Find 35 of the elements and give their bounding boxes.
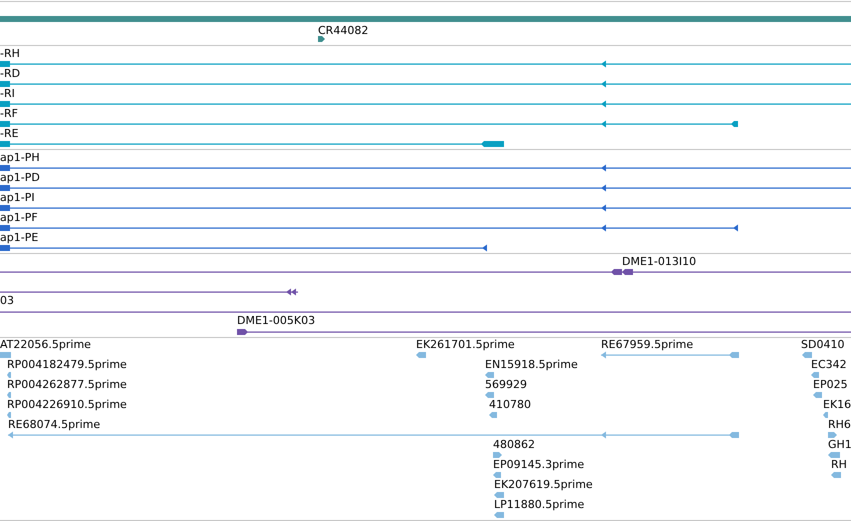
feature-label: RE67959.5prime xyxy=(601,338,694,351)
feature-label: -RF xyxy=(0,107,18,120)
feature-label: 03 xyxy=(0,294,14,307)
feature-label: RH6 xyxy=(828,418,851,431)
feature-label: ap1-PI xyxy=(0,191,35,204)
feature-label: CR44082 xyxy=(318,24,368,37)
feature-label: EK207619.5prime xyxy=(494,478,593,491)
feature-label: DME1-013I10 xyxy=(622,255,696,268)
feature-label: EP09145.3prime xyxy=(493,458,584,471)
feature-label: ap1-PE xyxy=(0,231,38,244)
feature-label: ap1-PD xyxy=(0,171,40,184)
feature-label: -RH xyxy=(0,47,20,60)
feature-label: DME1-005K03 xyxy=(237,314,316,327)
feature-label: -RE xyxy=(0,127,19,140)
feature-label: SD0410 xyxy=(801,338,844,351)
feature-label: EP025 xyxy=(813,378,848,391)
feature-label: RP004226910.5prime xyxy=(7,398,127,411)
feature-label: RP004262877.5prime xyxy=(7,378,127,391)
feature-label: EK261701.5prime xyxy=(416,338,515,351)
feature-label: -RD xyxy=(0,67,20,80)
feature-label: 410780 xyxy=(489,398,531,411)
feature-label: 569929 xyxy=(485,378,527,391)
feature-label: 480862 xyxy=(493,438,535,451)
feature-label: RE68074.5prime xyxy=(8,418,100,431)
feature-label: RP004182479.5prime xyxy=(7,358,127,371)
feature-label: GH1 xyxy=(828,438,851,451)
feature-label: EK16 xyxy=(823,398,851,411)
feature-label: EN15918.5prime xyxy=(485,358,578,371)
feature-label: LP11880.5prime xyxy=(494,498,584,511)
feature-label: -RI xyxy=(0,87,15,100)
feature-label: EC342 xyxy=(811,358,847,371)
feature-label: AT22056.5prime xyxy=(0,338,91,351)
feature-label: ap1-PF xyxy=(0,211,38,224)
feature-label: ap1-PH xyxy=(0,151,40,164)
feature-label: RH xyxy=(831,458,847,471)
